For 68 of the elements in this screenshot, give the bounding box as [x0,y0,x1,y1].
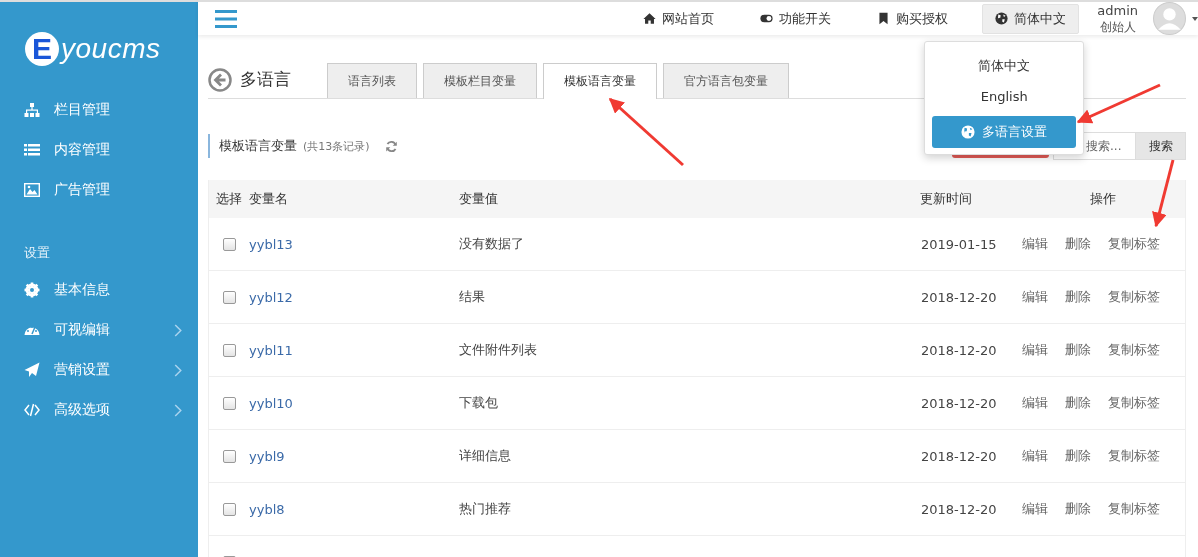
action-link[interactable]: 复制标签 [1108,235,1160,253]
table-cell-text: 2018-12-20 [921,289,998,305]
table-cell-text: 下载包 [459,394,499,412]
record-count: (共13条记录) [303,138,370,154]
language-button[interactable]: 简体中文 [982,3,1080,34]
action-link[interactable]: 删除 [1065,500,1091,518]
table-cell-text: 热门推荐 [459,500,512,518]
variable-name-link[interactable]: yybl8 [249,501,459,517]
table-cell-text: 2018-12-20 [921,501,998,517]
user-name: admin [1097,2,1138,19]
sidebar-item[interactable]: 栏目管理 [0,90,198,130]
column-header: 更新时间 [920,190,974,208]
language-option[interactable]: 简体中文 [978,49,1031,81]
section-title: 模板语言变量 [219,137,297,155]
top-nav-link[interactable]: 网站首页 [643,9,715,28]
variable-name-link[interactable]: yybl12 [249,289,459,305]
top-nav-link[interactable]: 功能开关 [760,9,832,28]
table-cell-text: 2018-12-20 [921,342,998,358]
tab[interactable]: 模板栏目变量 [423,63,537,98]
sidebar-section-title: 设置 [23,244,51,262]
tab[interactable]: 语言列表 [327,63,417,98]
page-title: 多语言 [240,68,291,91]
table-cell-text: 2018-12-20 [921,395,998,411]
action-link[interactable]: 编辑 [1022,500,1048,518]
language-settings-button[interactable]: 多语言设置 [932,115,1077,148]
variable-name-link[interactable]: yybl10 [249,395,459,411]
action-link[interactable]: 编辑 [1022,394,1048,412]
logo-wordmark: youcms [61,32,161,66]
user-role: 创始人 [1099,18,1136,35]
table-cell-text: 结果 [459,288,486,306]
action-link[interactable]: 编辑 [1022,288,1048,306]
table-cell-text: 详细信息 [459,447,512,465]
action-link[interactable]: 复制标签 [1108,500,1160,518]
top-nav-link[interactable]: 购买授权 [877,9,949,28]
action-link[interactable]: 复制标签 [1108,341,1160,359]
sidebar-item[interactable]: 高级选项 [0,390,198,430]
tab[interactable]: 官方语言包变量 [663,63,789,98]
action-link[interactable]: 复制标签 [1108,288,1160,306]
sidebar-item[interactable]: 基本信息 [0,270,198,310]
action-link[interactable]: 删除 [1065,288,1091,306]
action-link[interactable]: 删除 [1065,341,1091,359]
variable-name-link[interactable]: yybl13 [249,236,459,252]
action-link[interactable]: 删除 [1065,235,1091,253]
sidebar-item[interactable]: 可视编辑 [0,310,198,350]
logo-badge: E [25,32,59,66]
sidebar-item[interactable]: 广告管理 [0,170,198,210]
table-cell-text: 文件附件列表 [459,341,538,359]
variable-name-link[interactable]: yybl11 [249,342,459,358]
column-header: 变量值 [458,190,499,208]
action-link[interactable]: 删除 [1065,394,1091,412]
action-link[interactable]: 编辑 [1022,235,1048,253]
search-button[interactable]: 搜索 [1136,132,1186,160]
action-link[interactable]: 复制标签 [1108,447,1160,465]
variable-name-link[interactable]: yybl9 [249,448,459,464]
action-link[interactable]: 编辑 [1022,341,1048,359]
sidebar-item[interactable]: 内容管理 [0,130,198,170]
action-link[interactable]: 删除 [1065,447,1091,465]
column-header: 选择 [215,190,243,208]
action-link[interactable]: 编辑 [1022,447,1048,465]
table-cell-text: 没有数据了 [459,235,525,253]
table-cell-text: 2019-01-15 [921,236,998,252]
sidebar-item[interactable]: 营销设置 [0,350,198,390]
action-link[interactable]: 复制标签 [1108,394,1160,412]
table-cell-text: 2018-12-20 [921,448,998,464]
language-option[interactable]: English [980,80,1028,112]
tab[interactable]: 模板语言变量 [543,63,657,99]
column-header: 变量名 [248,190,289,208]
column-header: 操作 [1088,190,1117,208]
